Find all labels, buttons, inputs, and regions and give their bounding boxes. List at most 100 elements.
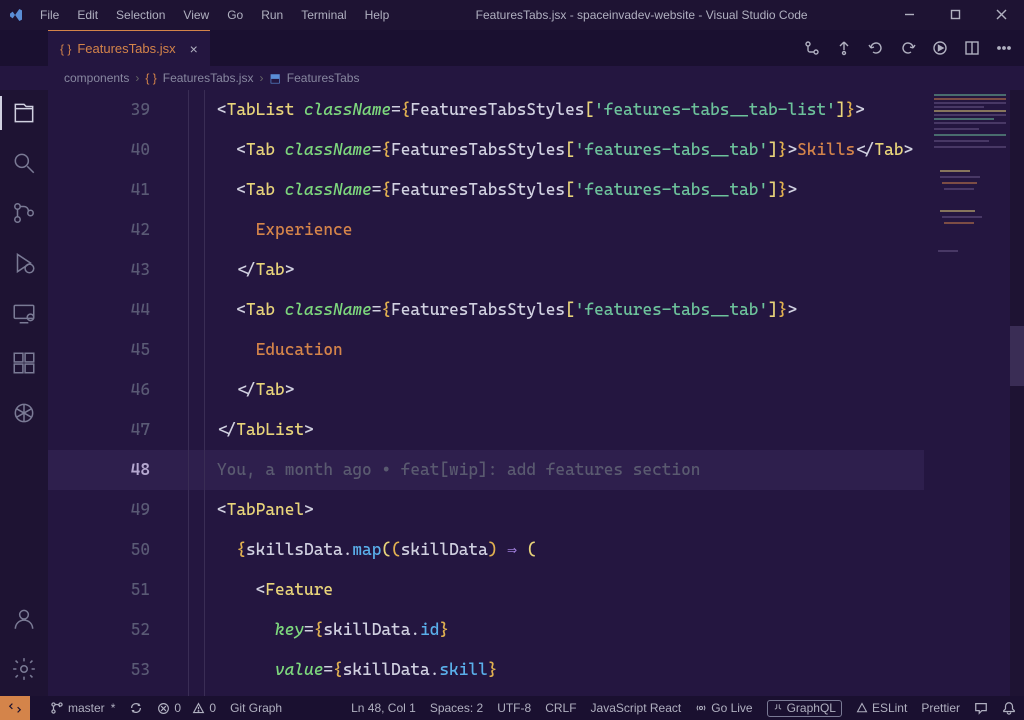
indentation[interactable]: Spaces: 2 — [430, 701, 483, 715]
encoding[interactable]: UTF-8 — [497, 701, 531, 715]
code-line[interactable]: </Tab> — [188, 370, 1024, 410]
breadcrumb[interactable]: components › { } FeaturesTabs.jsx › ⬒ Fe… — [0, 66, 1024, 90]
code-line[interactable]: <TabPanel> — [188, 490, 1024, 530]
menu-file[interactable]: File — [32, 4, 67, 26]
jsx-file-icon: { } — [60, 42, 71, 56]
run-icon[interactable] — [932, 40, 948, 56]
main-area: 39 40 41 42 43 44 45 46 47 48 49 50 51 5… — [0, 90, 1024, 696]
code-line[interactable]: Experience — [188, 210, 1024, 250]
code-line[interactable]: <Feature — [188, 570, 1024, 610]
search-icon[interactable] — [11, 150, 37, 176]
extensions-icon[interactable] — [11, 350, 37, 376]
code-line[interactable]: key={skillData.id} — [188, 610, 1024, 650]
git-blame-annotation: You, a month ago • feat[wip]: add featur… — [217, 460, 700, 479]
editor-actions — [804, 30, 1024, 66]
notifications-icon[interactable] — [1002, 701, 1016, 715]
eslint-status[interactable]: ESLint — [856, 701, 907, 715]
file-tab-name: FeaturesTabs.jsx — [77, 41, 175, 56]
status-bar: master* 0 0 Git Graph Ln 48, Col 1 Space… — [0, 696, 1024, 720]
menu-bar: File Edit Selection View Go Run Terminal… — [32, 4, 397, 26]
minimize-button[interactable] — [886, 0, 932, 30]
code-line[interactable]: Education — [188, 330, 1024, 370]
window-title: FeaturesTabs.jsx - spaceinvadev-website … — [397, 8, 886, 22]
compare-changes-icon[interactable] — [804, 40, 820, 56]
line-number: 53 — [48, 650, 150, 690]
graphql-status[interactable]: GraphQL — [767, 700, 842, 717]
feedback-icon[interactable] — [974, 701, 988, 715]
line-number: 41 — [48, 170, 150, 210]
menu-go[interactable]: Go — [219, 4, 251, 26]
menu-terminal[interactable]: Terminal — [293, 4, 354, 26]
close-tab-icon[interactable]: × — [190, 41, 198, 57]
line-number: 43 — [48, 250, 150, 290]
code-editor[interactable]: 39 40 41 42 43 44 45 46 47 48 49 50 51 5… — [48, 90, 1024, 696]
menu-help[interactable]: Help — [357, 4, 398, 26]
graphql-icon[interactable] — [11, 400, 37, 426]
line-number: 47 — [48, 410, 150, 450]
chevron-right-icon: › — [259, 71, 263, 85]
line-number: 49 — [48, 490, 150, 530]
settings-gear-icon[interactable] — [11, 656, 37, 682]
line-number: 44 — [48, 290, 150, 330]
prettier-status[interactable]: Prettier — [921, 701, 960, 715]
line-number: 48 — [48, 450, 150, 490]
scrollbar-thumb[interactable] — [1010, 326, 1024, 386]
remote-explorer-icon[interactable] — [11, 300, 37, 326]
eol[interactable]: CRLF — [545, 701, 576, 715]
window-controls — [886, 0, 1024, 30]
file-tab-featurestabs[interactable]: { } FeaturesTabs.jsx × — [48, 30, 210, 66]
scrollbar-vertical[interactable] — [1010, 90, 1024, 696]
language-mode[interactable]: JavaScript React — [591, 701, 682, 715]
problems[interactable]: 0 0 — [157, 701, 216, 715]
line-number: 51 — [48, 570, 150, 610]
line-number: 40 — [48, 130, 150, 170]
git-sync[interactable] — [129, 701, 143, 715]
code-line[interactable]: <TabList className={FeaturesTabsStyles['… — [188, 90, 1024, 130]
line-number: 46 — [48, 370, 150, 410]
line-number: 50 — [48, 530, 150, 570]
more-actions-icon[interactable] — [996, 40, 1012, 56]
breadcrumb-symbol[interactable]: FeaturesTabs — [287, 71, 360, 85]
go-live[interactable]: Go Live — [695, 701, 752, 715]
activity-bar — [0, 90, 48, 696]
split-editor-icon[interactable] — [964, 40, 980, 56]
code-line[interactable]: <Tab className={FeaturesTabsStyles['feat… — [188, 170, 1024, 210]
menu-view[interactable]: View — [175, 4, 217, 26]
code-line[interactable]: <Tab className={FeaturesTabsStyles['feat… — [188, 290, 1024, 330]
toggle-changes-icon[interactable] — [836, 40, 852, 56]
close-button[interactable] — [978, 0, 1024, 30]
line-number: 42 — [48, 210, 150, 250]
line-number: 39 — [48, 90, 150, 130]
code-content[interactable]: <TabList className={FeaturesTabsStyles['… — [188, 90, 1024, 696]
menu-selection[interactable]: Selection — [108, 4, 173, 26]
code-line-current[interactable]: You, a month ago • feat[wip]: add featur… — [188, 450, 1024, 490]
next-change-icon[interactable] — [900, 40, 916, 56]
cursor-position[interactable]: Ln 48, Col 1 — [351, 701, 416, 715]
line-number: 45 — [48, 330, 150, 370]
symbol-icon: ⬒ — [269, 71, 280, 85]
source-control-icon[interactable] — [11, 200, 37, 226]
code-line[interactable]: </Tab> — [188, 250, 1024, 290]
explorer-icon[interactable] — [11, 100, 37, 126]
git-branch[interactable]: master* — [50, 701, 115, 715]
remote-button[interactable] — [0, 696, 30, 720]
breadcrumb-file[interactable]: FeaturesTabs.jsx — [163, 71, 254, 85]
maximize-button[interactable] — [932, 0, 978, 30]
gutter: 39 40 41 42 43 44 45 46 47 48 49 50 51 5… — [48, 90, 178, 696]
code-line[interactable]: value={skillData.skill} — [188, 650, 1024, 690]
accounts-icon[interactable] — [11, 606, 37, 632]
code-line[interactable]: {skillsData.map((skillData) ⇒ ( — [188, 530, 1024, 570]
git-graph[interactable]: Git Graph — [230, 701, 282, 715]
run-debug-icon[interactable] — [11, 250, 37, 276]
jsx-file-icon: { } — [145, 71, 156, 85]
chevron-right-icon: › — [135, 71, 139, 85]
code-line[interactable]: <Tab className={FeaturesTabsStyles['feat… — [188, 130, 1024, 170]
editor-tabs: { } FeaturesTabs.jsx × — [0, 30, 1024, 66]
menu-run[interactable]: Run — [253, 4, 291, 26]
code-line[interactable]: </TabList> — [188, 410, 1024, 450]
menu-edit[interactable]: Edit — [69, 4, 106, 26]
title-bar: File Edit Selection View Go Run Terminal… — [0, 0, 1024, 30]
prev-change-icon[interactable] — [868, 40, 884, 56]
minimap[interactable] — [930, 90, 1010, 696]
breadcrumb-folder[interactable]: components — [64, 71, 129, 85]
